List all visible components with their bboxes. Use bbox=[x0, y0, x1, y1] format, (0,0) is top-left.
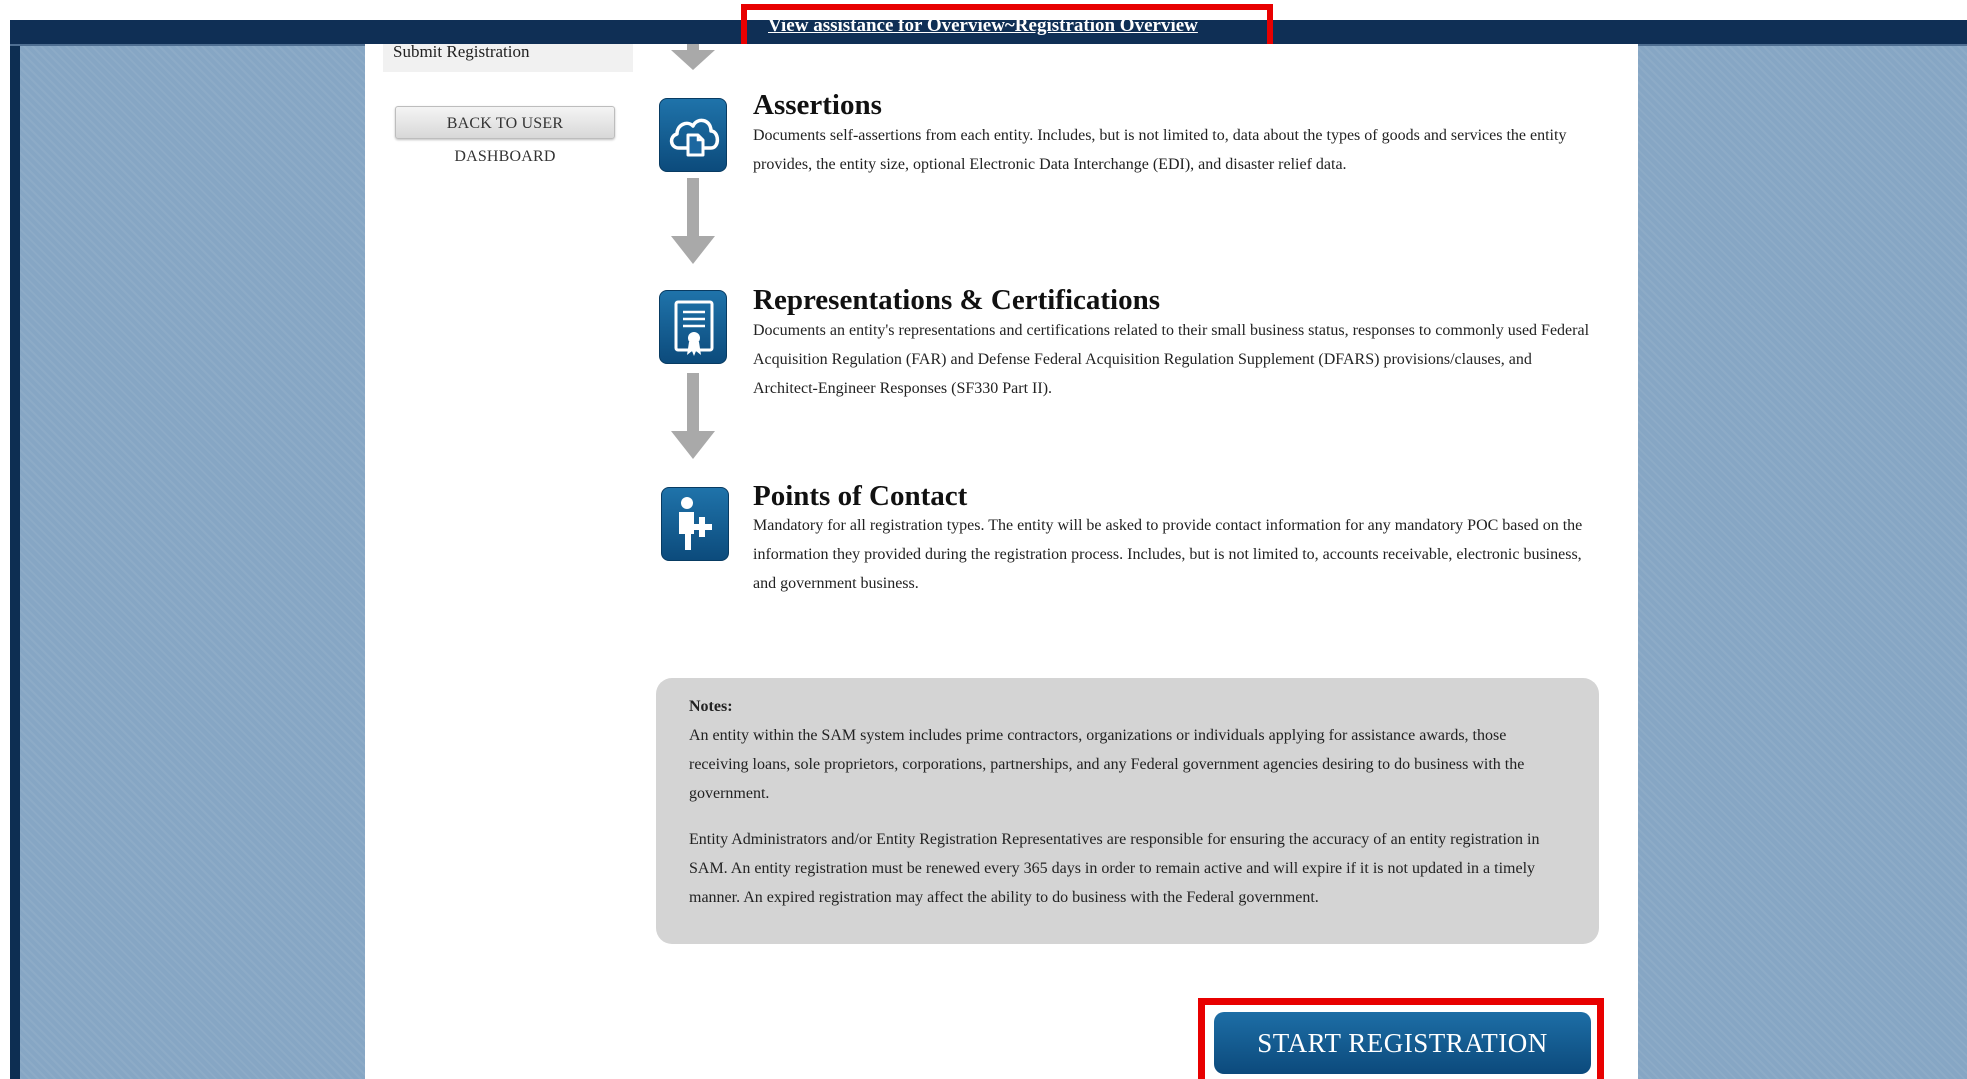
assistance-link[interactable]: View assistance for Overview~Registratio… bbox=[768, 15, 1198, 37]
notes-title: Notes: bbox=[689, 698, 733, 715]
step-description-representations: Documents an entity's representations an… bbox=[753, 322, 1590, 397]
arrow-down-icon bbox=[671, 44, 715, 70]
arrow-down-icon bbox=[671, 178, 715, 264]
window-border bbox=[10, 20, 20, 1079]
step-title-representations: Representations & Certifications bbox=[753, 284, 1161, 316]
step-description-assertions: Documents self-assertions from each enti… bbox=[753, 127, 1567, 173]
sidebar-item-submit-registration[interactable]: Submit Registration bbox=[393, 42, 529, 62]
step-title-points-of-contact: Points of Contact bbox=[753, 480, 968, 512]
step-description-points-of-contact: Mandatory for all registration types. Th… bbox=[753, 517, 1583, 592]
notes-paragraph: An entity within the SAM system includes… bbox=[689, 727, 1525, 802]
person-add-icon bbox=[661, 487, 729, 561]
notes-paragraph: Entity Administrators and/or Entity Regi… bbox=[689, 831, 1540, 906]
certificate-icon bbox=[659, 290, 727, 364]
page: View assistance for Overview~Registratio… bbox=[0, 0, 1967, 1079]
arrow-down-icon bbox=[671, 373, 715, 459]
window-edge bbox=[0, 0, 10, 1079]
back-to-dashboard-button[interactable]: BACK TO USER DASHBOARD bbox=[395, 106, 615, 165]
start-registration-button[interactable]: START REGISTRATION bbox=[1214, 1012, 1591, 1074]
cloud-document-icon bbox=[659, 98, 727, 172]
step-title-assertions: Assertions bbox=[753, 89, 882, 121]
notes-box: Notes: An entity within the SAM system i… bbox=[656, 678, 1599, 944]
